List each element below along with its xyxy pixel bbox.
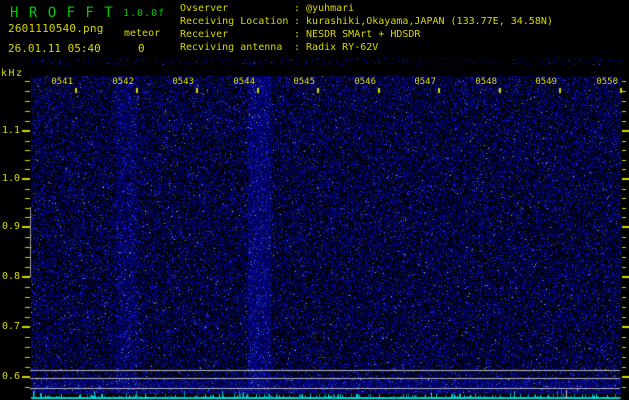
station-info-value: : NESDR SMArt + HDSDR (294, 29, 421, 40)
time-tick-label: 0548 (475, 77, 497, 87)
time-tick-label: 0542 (112, 77, 134, 87)
freq-tick-label: 1.0 (1, 173, 20, 184)
station-info-value: : @yuhmari (294, 3, 355, 14)
time-tick-label: 0543 (172, 77, 194, 87)
station-info-value: : kurashiki,Okayama,JAPAN (133.77E, 34.5… (294, 16, 553, 27)
freq-tick-label: 0.8 (1, 271, 20, 282)
record-datetime: 26.01.11 05:40 (8, 42, 101, 55)
output-filename: 2601110540.png (8, 22, 104, 35)
time-tick-label: 0541 (51, 77, 73, 87)
hrofft-screen: H R O F F T 1.0.0f 2601110540.png meteor… (0, 0, 629, 400)
station-info-label: Recviving antenna (180, 42, 283, 53)
freq-tick-label: 1.1 (1, 125, 20, 136)
time-tick-label: 0549 (535, 77, 557, 87)
station-info-row: Receiver : NESDR SMArt + HDSDR (180, 29, 420, 40)
station-info-label: Ovserver (180, 3, 229, 14)
station-info-value: : Radix RY-62V (294, 42, 379, 53)
meteor-counter-label: meteor (124, 28, 161, 39)
station-info-row: Recviving antenna : Radix RY-62V (180, 42, 378, 53)
app-version: 1.0.0f (123, 8, 166, 19)
station-info-row: Ovserver : @yuhmari (180, 3, 354, 14)
freq-tick-label: 0.9 (1, 221, 20, 232)
meteor-count-value: 0 (138, 42, 145, 55)
station-info-row: Receiving Location : kurashiki,Okayama,JA… (180, 16, 553, 27)
station-info-label: Receiving Location (180, 16, 289, 27)
time-tick-label: 0546 (354, 77, 376, 87)
freq-tick-label: 0.7 (1, 321, 20, 332)
freq-tick-label: 0.6 (1, 371, 20, 382)
freq-axis-unit: kHz (1, 68, 24, 79)
time-tick-label: 0544 (233, 77, 255, 87)
time-tick-label: 0547 (414, 77, 436, 87)
spectrogram-canvas (0, 0, 629, 400)
app-title: H R O F F T (10, 5, 114, 21)
time-tick-label: 0545 (293, 77, 315, 87)
station-info-label: Receiver (180, 29, 229, 40)
time-tick-label: 0550 (596, 77, 618, 87)
